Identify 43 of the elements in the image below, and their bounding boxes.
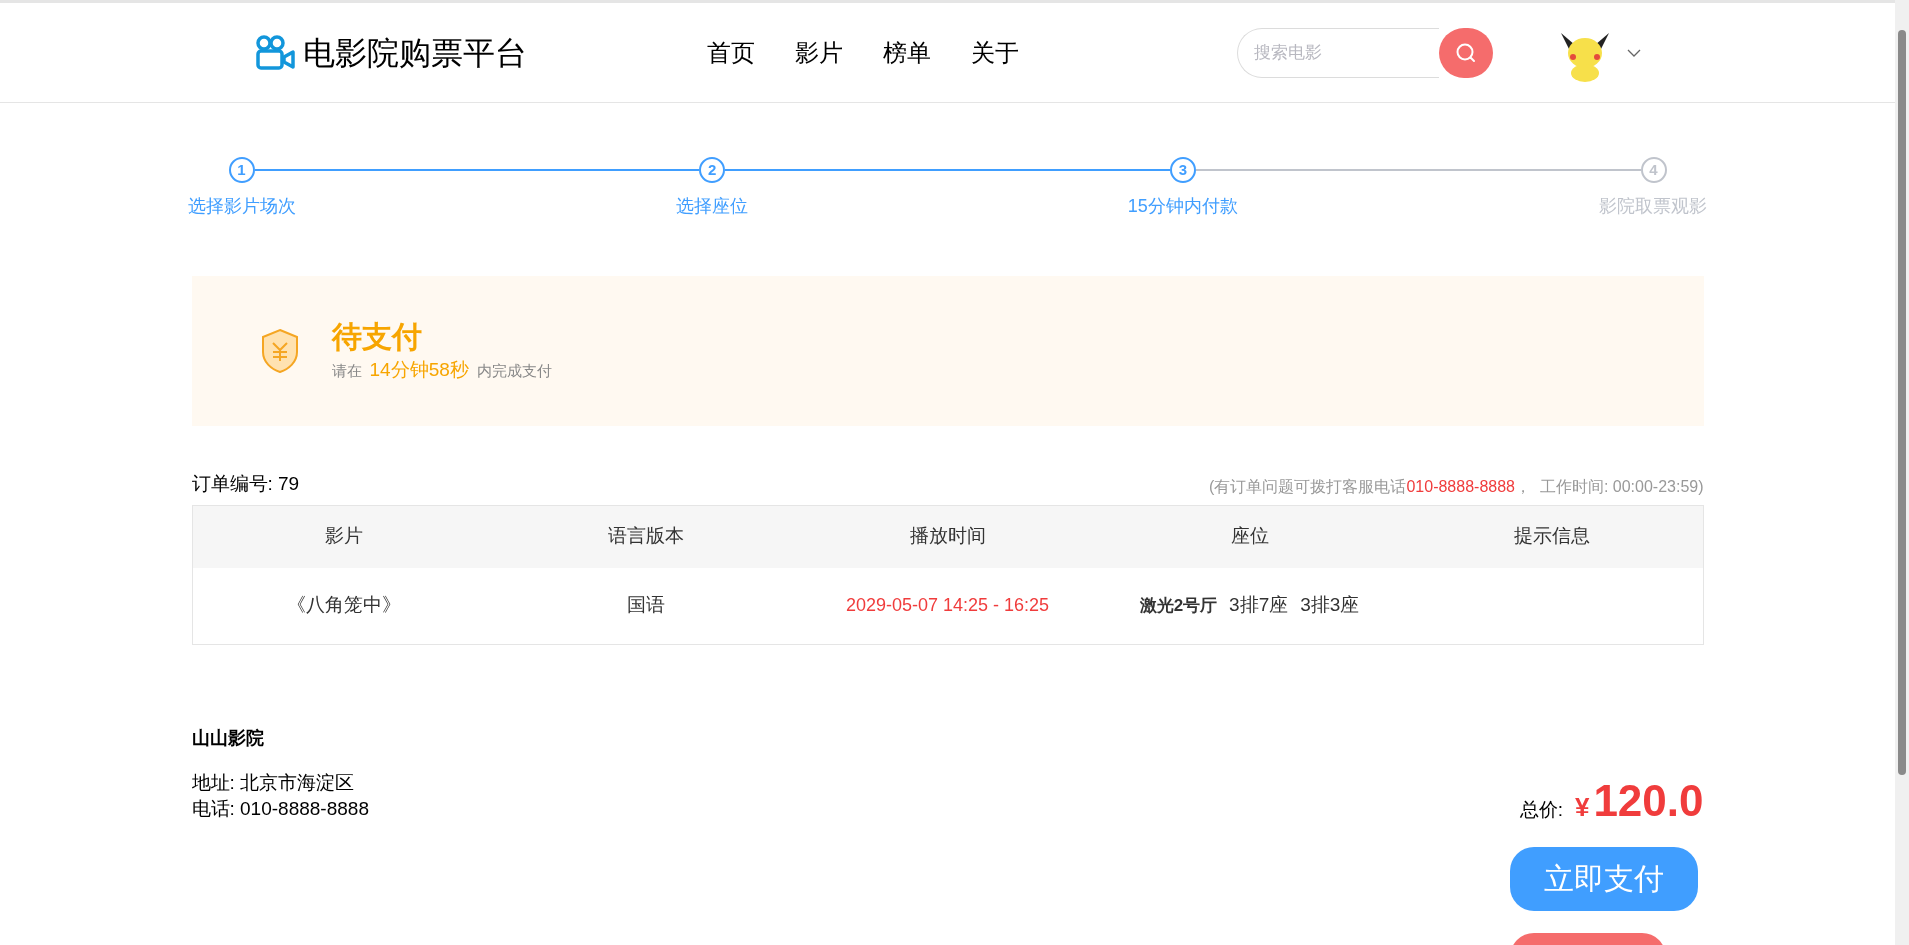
nav-link[interactable]: 榜单 [883, 34, 931, 71]
countdown: 14分钟58秒 [369, 357, 469, 382]
status-text: 请在 [331, 360, 362, 381]
step-number: 3 [1169, 157, 1196, 183]
step-label: 15分钟内付款 [1127, 195, 1238, 218]
nav-link[interactable]: 首页 [707, 34, 755, 71]
currency-symbol: ¥ [1574, 790, 1590, 824]
video-camera-icon [255, 34, 295, 71]
column-header: 提示信息 [1513, 524, 1590, 549]
column-header: 座位 [1230, 524, 1269, 549]
search-icon [1455, 41, 1477, 64]
column-header: 影片 [324, 524, 363, 549]
search-button[interactable] [1439, 27, 1493, 78]
step-number: 2 [699, 157, 726, 183]
step-label: 选择座位 [676, 195, 749, 218]
table-cell-text: 《八角笼中》 [286, 593, 401, 618]
step-label: 选择影片场次 [187, 195, 296, 218]
support-note: (有订单问题可拨打客服电话010-8888-8888， 工作时间: 00:00-23:59) [1209, 476, 1704, 497]
cinema-name: 山山影院 [191, 726, 265, 750]
table-cell-text: 国语 [626, 593, 665, 618]
hall-name: 激光2号厅 [1139, 594, 1218, 617]
chevron-down-icon[interactable] [1627, 48, 1641, 57]
cinema-phone: 电话: 010-8888-8888 [191, 796, 369, 821]
shield-yuan-icon [259, 328, 300, 374]
site-logo[interactable]: 电影院购票平台 [303, 28, 527, 77]
seat-label: 3排3座 [1300, 593, 1360, 618]
table-cell-text: 2029-05-07 14:25 - 16:25 [845, 594, 1050, 617]
total-label: 总价: [1519, 797, 1563, 822]
column-header: 语言版本 [607, 524, 684, 549]
scrollbar[interactable] [1895, 0, 1909, 945]
order-number: 订单编号: 79 [191, 472, 300, 496]
cinema-address: 地址: 北京市海淀区 [191, 770, 356, 795]
step-number: 1 [228, 157, 255, 183]
status-title: 待支付 [331, 318, 423, 355]
seat-label: 3排7座 [1229, 593, 1289, 618]
step-label: 影院取票观影 [1599, 195, 1708, 218]
status-text: 内完成支付 [476, 360, 552, 381]
total-price: 120.0 [1593, 776, 1704, 825]
column-header: 播放时间 [909, 524, 986, 549]
nav-link[interactable]: 关于 [971, 34, 1019, 71]
search-field[interactable]: 搜索电影 [1237, 27, 1439, 78]
nav-link[interactable]: 影片 [795, 34, 843, 71]
step-number: 4 [1640, 157, 1667, 183]
